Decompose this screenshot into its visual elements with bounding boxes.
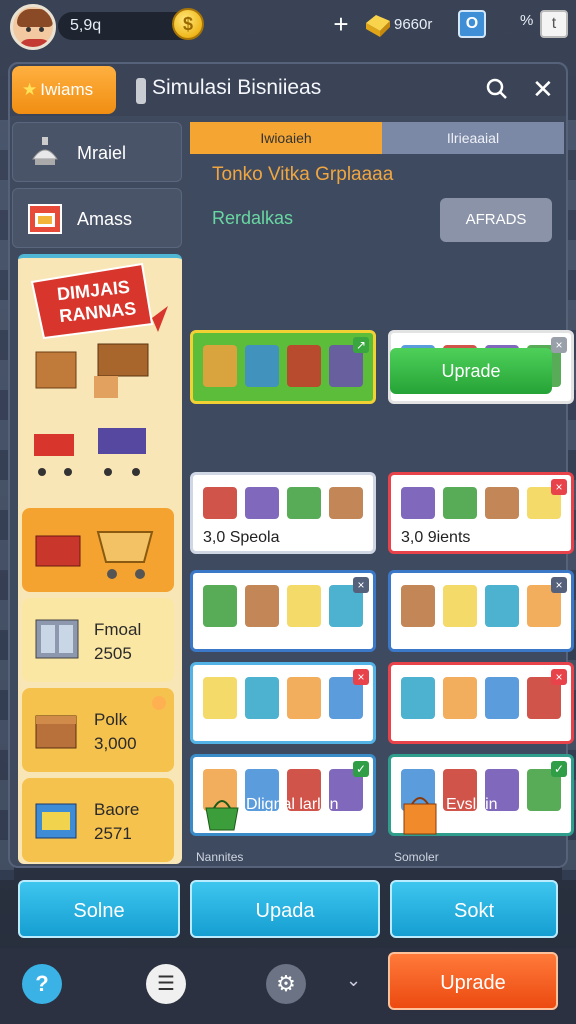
- tile-badge-icon[interactable]: ↗: [353, 337, 369, 353]
- settings-icon[interactable]: ⚙: [266, 964, 306, 1004]
- shopping-cart-icon: [35, 531, 154, 579]
- item-icon: [443, 487, 477, 519]
- tab-first[interactable]: Iwioaieh: [190, 122, 382, 154]
- search-icon[interactable]: [486, 78, 508, 100]
- item-icon: [287, 677, 321, 719]
- blue-badge[interactable]: O: [458, 10, 486, 38]
- tile-badge-icon[interactable]: ×: [353, 669, 369, 685]
- item-icon: [443, 585, 477, 627]
- tile-label: 3,0 Speola: [203, 529, 280, 546]
- white-badge[interactable]: t: [540, 10, 568, 38]
- tile-badge-icon[interactable]: ×: [551, 669, 567, 685]
- store-item-tile[interactable]: ×: [388, 662, 574, 744]
- section-subtitle: Rerdalkas: [212, 208, 294, 228]
- avatar[interactable]: [10, 4, 56, 50]
- extra-title-1: Dlignal larlen: [246, 796, 339, 813]
- extra-foot-2: Somoler: [394, 850, 439, 864]
- panel-header: ★ Iwiams Simulasi Bisniieas ✕: [10, 64, 566, 116]
- top-bar: 5,9q $ + 9660r O % t: [0, 0, 576, 52]
- coin-icon[interactable]: $: [172, 8, 204, 40]
- sell-button[interactable]: Solne: [18, 880, 180, 938]
- crate-icon: [35, 715, 77, 749]
- basket-icon: [205, 800, 239, 831]
- sidebar-tab-amass[interactable]: Amass: [12, 188, 182, 248]
- percent-label: %: [520, 12, 534, 29]
- tab-second[interactable]: Ilrieaaial: [382, 122, 564, 154]
- list-item[interactable]: Baore 2571: [22, 778, 174, 862]
- sidebar-tab-mraiel[interactable]: Mraiel: [12, 122, 182, 182]
- tile-badge-icon[interactable]: ×: [551, 479, 567, 495]
- content-area: Iwioaieh Ilrieaaial Tonko Vitka Grplaaaa…: [190, 122, 574, 866]
- store-item-tile[interactable]: × 3,0 9ients: [388, 472, 574, 554]
- item-icon: [401, 677, 435, 719]
- close-icon[interactable]: ✕: [532, 76, 554, 102]
- tile-badge-icon[interactable]: ×: [551, 577, 567, 593]
- tile-badge-icon[interactable]: ×: [353, 577, 369, 593]
- fridge-icon: [35, 619, 79, 659]
- store-item-tile[interactable]: ×: [388, 570, 574, 652]
- business-simulation-panel: ★ Iwiams Simulasi Bisniieas ✕ Mraiel Amas…: [8, 62, 574, 868]
- store-item-tile[interactable]: ×: [190, 570, 376, 652]
- item-icon: [245, 585, 279, 627]
- item-icon: [485, 487, 519, 519]
- item-icon: [203, 585, 237, 627]
- help-icon[interactable]: ?: [22, 964, 62, 1004]
- item-icon: [443, 677, 477, 719]
- sort-bottom-button[interactable]: Sokt: [390, 880, 558, 938]
- item-icon: [287, 585, 321, 627]
- notification-dot: [152, 696, 166, 710]
- lamp-icon: [32, 137, 58, 165]
- item-icon: [485, 677, 519, 719]
- shop-box-icon: [28, 204, 62, 234]
- gold-counter: 9660r: [394, 16, 433, 33]
- featured-cart-card[interactable]: [22, 508, 174, 592]
- store-item-tile[interactable]: ×: [190, 662, 376, 744]
- extra-title-2: Evslain: [446, 796, 498, 813]
- item-icon: [329, 487, 363, 519]
- add-currency-button[interactable]: +: [328, 10, 354, 38]
- item-icon: [485, 585, 519, 627]
- star-icon: ★: [22, 80, 38, 99]
- section-title: Tonko Vitka Grplaaaa: [212, 164, 394, 185]
- tile-label: 3,0 9ients: [401, 529, 471, 546]
- upgrade-small-button[interactable]: Uprade: [390, 348, 552, 394]
- sidebar-item-list: DIMJAIS RANNAS Fmoal 2505 Polk 3,000 Bao…: [18, 254, 182, 864]
- bottle-icon: [136, 78, 146, 104]
- tile-badge-icon[interactable]: ✓: [551, 761, 567, 777]
- item-icon: [245, 677, 279, 719]
- favorites-button[interactable]: ★ Iwiams: [12, 66, 116, 114]
- store-item-tile[interactable]: 3,0 Speola: [190, 472, 376, 554]
- tile-badge-icon[interactable]: ×: [551, 337, 567, 353]
- item-icon: [401, 585, 435, 627]
- item-icon: [245, 487, 279, 519]
- extra-foot-1: Nannites: [196, 850, 244, 864]
- item-icon: [287, 487, 321, 519]
- item-icon: [401, 487, 435, 519]
- extra-value-2: 2.0: [446, 820, 469, 837]
- menu-icon[interactable]: ☰: [146, 964, 186, 1004]
- item-icon: [203, 677, 237, 719]
- update-button[interactable]: Upada: [190, 880, 380, 938]
- gold-bar-icon: [366, 15, 390, 37]
- bag-icon: [403, 797, 437, 835]
- tile-badge-icon[interactable]: ✓: [353, 761, 369, 777]
- list-item[interactable]: Polk 3,000: [22, 688, 174, 772]
- store-item-tile[interactable]: ↗: [190, 330, 376, 404]
- list-item[interactable]: Fmoal 2505: [22, 598, 174, 682]
- upgrade-button[interactable]: Uprade: [388, 952, 558, 1010]
- sort-button[interactable]: AFRADS: [440, 198, 552, 242]
- item-icon: [287, 345, 321, 387]
- chevron-down-icon[interactable]: ⌄: [346, 970, 361, 991]
- page-title: Simulasi Bisniieas: [152, 76, 322, 99]
- item-icon: [245, 345, 279, 387]
- item-icon: [203, 487, 237, 519]
- item-icon: [203, 345, 237, 387]
- box-icon: [35, 803, 77, 839]
